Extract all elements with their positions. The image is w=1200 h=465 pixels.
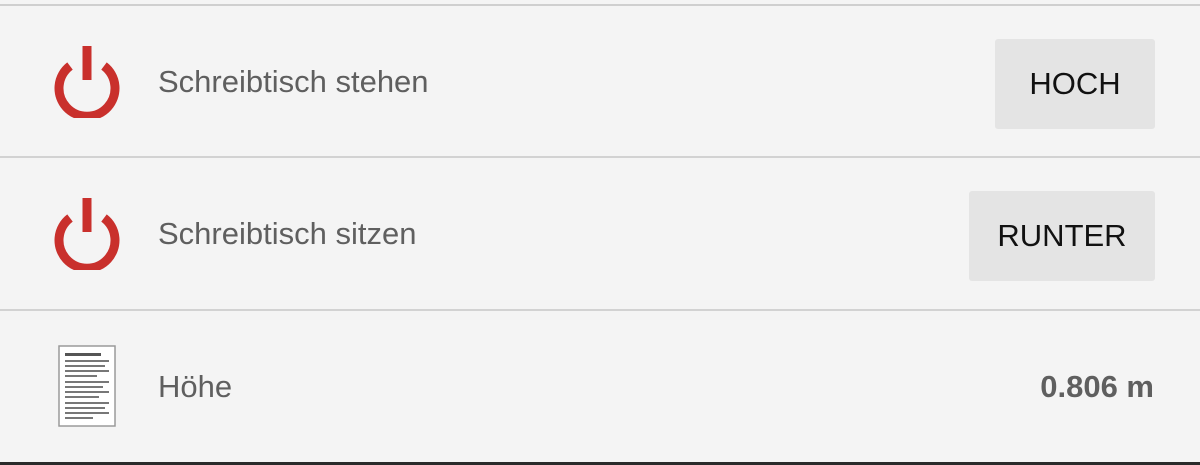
power-icon [52,44,122,121]
hoch-button[interactable]: HOCH [995,39,1155,129]
runter-button[interactable]: RUNTER [969,191,1155,281]
height-value: 0.806 m [1040,369,1154,404]
entity-label: Schreibtisch sitzen [158,216,417,251]
document-icon [58,345,116,427]
entity-row-height: Höhe 0.806 m [0,311,1200,463]
entity-row-stand: Schreibtisch stehen HOCH [0,6,1200,158]
entity-label: Höhe [158,369,233,404]
power-icon [52,196,122,273]
entity-label: Schreibtisch stehen [158,64,429,99]
entity-row-sit: Schreibtisch sitzen RUNTER [0,158,1200,310]
